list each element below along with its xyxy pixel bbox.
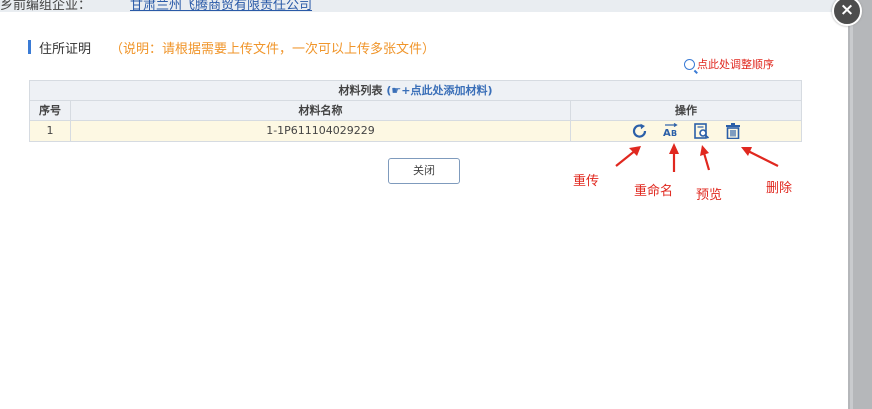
reorder-link-label: 点此处调整顺序 bbox=[697, 58, 774, 71]
annotation-reupload: 重传 bbox=[573, 174, 600, 189]
reorder-link[interactable]: 点此处调整顺序 bbox=[684, 56, 774, 72]
background-right-overlay bbox=[848, 0, 872, 409]
upload-dialog: 住所证明 （说明：请根据需要上传文件，一次可以上传多张文件） 点此处调整顺序 材… bbox=[0, 12, 848, 409]
row-file-name: 1-1P611104029229 bbox=[71, 121, 571, 141]
header-actions: 操作 bbox=[675, 104, 697, 117]
row-actions: AB bbox=[571, 121, 801, 141]
annotation-rename: 重命名 bbox=[634, 184, 674, 199]
preview-icon[interactable] bbox=[693, 123, 711, 139]
dialog-instruction-note: （说明：请根据需要上传文件，一次可以上传多张文件） bbox=[110, 42, 436, 57]
background-company-link: 甘肃兰州飞腾商贸有限责任公司 bbox=[130, 0, 313, 12]
rename-icon[interactable]: AB bbox=[662, 123, 680, 139]
svg-text:A: A bbox=[663, 128, 671, 139]
annotation-delete: 删除 bbox=[766, 181, 793, 196]
hand-pointer-icon: (☛ bbox=[386, 84, 402, 97]
background-label: 乡前编组企业： bbox=[0, 0, 92, 12]
background-page-strip: 乡前编组企业： 甘肃兰州飞腾商贸有限责任公司 bbox=[0, 0, 872, 12]
table-row: 1 1-1P611104029229 AB bbox=[30, 121, 801, 141]
title-marker bbox=[28, 40, 31, 54]
table-caption: 材料列表 (☛+点此处添加材料) bbox=[30, 81, 801, 101]
svg-text:B: B bbox=[671, 129, 677, 138]
header-name: 材料名称 bbox=[71, 101, 571, 120]
header-index: 序号 bbox=[30, 101, 71, 120]
table-header-row: 序号 材料名称 操作 bbox=[30, 101, 801, 121]
add-material-link[interactable]: +点此处添加材料 bbox=[401, 84, 487, 97]
material-table: 材料列表 (☛+点此处添加材料) 序号 材料名称 操作 1 1-1P611104… bbox=[29, 80, 802, 142]
close-dialog-button[interactable]: 关闭 bbox=[388, 158, 460, 184]
delete-icon[interactable] bbox=[724, 123, 742, 139]
reupload-icon[interactable] bbox=[631, 123, 649, 139]
search-icon bbox=[684, 59, 695, 70]
row-index: 1 bbox=[30, 121, 71, 141]
table-caption-title: 材料列表 bbox=[338, 84, 383, 97]
annotation-preview: 预览 bbox=[696, 188, 723, 203]
dialog-title: 住所证明 bbox=[39, 42, 92, 57]
